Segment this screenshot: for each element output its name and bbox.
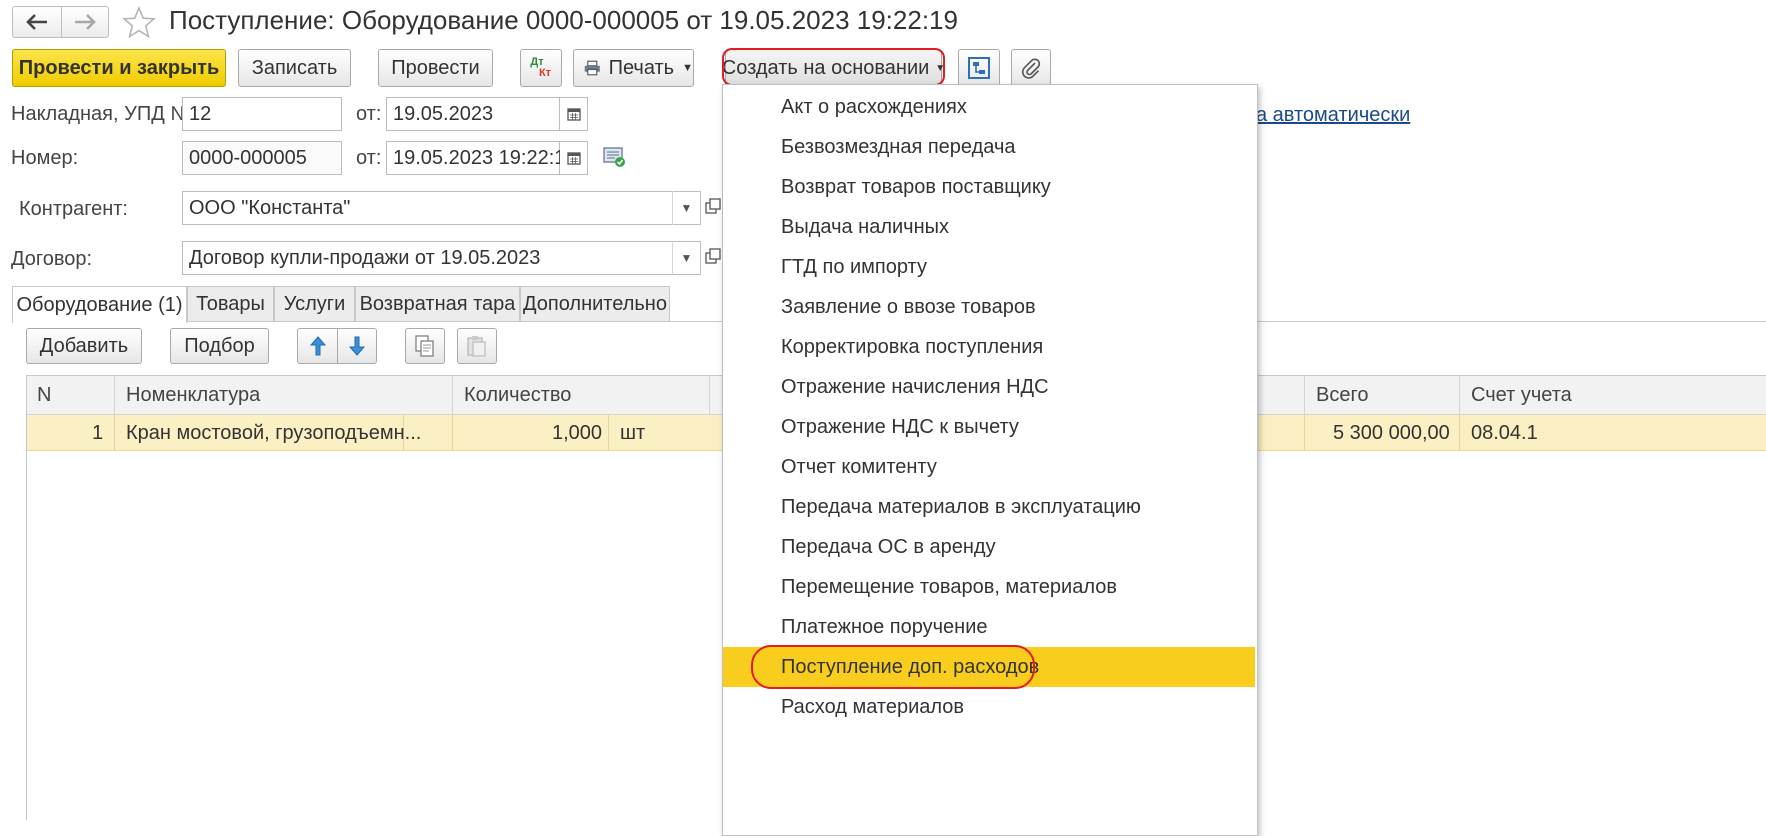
open-icon	[705, 198, 721, 214]
attach-button[interactable]	[1011, 49, 1051, 87]
number-from-label: от:	[356, 147, 382, 169]
menu-item[interactable]: Перемещение товаров, материалов	[723, 567, 1255, 607]
cell-total: 5 300 000,00	[1333, 421, 1450, 444]
menu-item[interactable]: Отчет комитенту	[723, 447, 1255, 487]
move-up-button[interactable]	[297, 328, 338, 364]
menu-item[interactable]: Отражение начисления НДС	[723, 367, 1255, 407]
add-button[interactable]: Добавить	[26, 328, 142, 364]
col-divider	[1459, 415, 1460, 451]
menu-item[interactable]: Отражение НДС к вычету	[723, 407, 1255, 447]
menu-item[interactable]: Расход материалов	[723, 687, 1255, 727]
paste-icon	[467, 336, 486, 357]
invoice-date-field[interactable]: 19.05.2023	[386, 97, 560, 131]
number-label: Номер:	[11, 147, 79, 169]
dtkt-button[interactable]: Дт Кт	[520, 49, 562, 87]
auto-link[interactable]: а автоматически	[1256, 104, 1410, 127]
arrow-up-icon	[309, 336, 326, 356]
arrow-left-icon	[26, 14, 47, 30]
create-based-on-menu: Акт о расхождениях Безвозмездная передача…	[722, 84, 1258, 836]
printer-icon	[584, 60, 600, 76]
tab-goods[interactable]: Товары	[187, 286, 274, 322]
page-title: Поступление: Оборудование 0000-000005 от…	[169, 5, 958, 35]
menu-item[interactable]: Поступление доп. расходов	[723, 647, 1255, 687]
paste-button[interactable]	[457, 328, 497, 364]
header-qty[interactable]: Количество	[464, 377, 571, 413]
pick-button[interactable]: Подбор	[170, 328, 269, 364]
open-counterparty-button[interactable]	[705, 198, 721, 214]
menu-item[interactable]: Заявление о ввозе товаров	[723, 287, 1255, 327]
open-icon	[705, 248, 721, 264]
menu-item[interactable]: Передача материалов в эксплуатацию	[723, 487, 1255, 527]
menu-item[interactable]: Возврат товаров поставщику	[723, 167, 1255, 207]
arrow-down-icon	[349, 336, 365, 356]
document-check-icon	[603, 147, 625, 167]
tab-equipment[interactable]: Оборудование (1)	[12, 286, 187, 323]
move-down-button[interactable]	[338, 328, 377, 364]
kt-label: Кт	[538, 67, 552, 79]
chevron-down-icon[interactable]: ▼	[672, 241, 700, 275]
calendar-button[interactable]	[560, 97, 588, 131]
tab-returnable-packaging[interactable]: Возвратная тара	[355, 286, 520, 322]
header-account[interactable]: Счет учета	[1471, 377, 1572, 413]
number-field[interactable]: 0000-000005	[182, 141, 342, 175]
print-button[interactable]: Печать ▼	[573, 49, 694, 87]
header-n[interactable]: N	[37, 377, 51, 413]
create-based-on-label: Создать на основании	[721, 56, 930, 79]
menu-item[interactable]: Акт о расхождениях	[723, 87, 1255, 127]
col-divider	[608, 415, 609, 451]
contract-value: Договор купли-продажи от 19.05.2023	[189, 246, 541, 269]
cell-item: Кран мостовой, грузоподъемн...	[126, 421, 422, 444]
cell-unit: шт	[620, 421, 646, 444]
counterparty-field[interactable]: ООО "Константа" ▼	[182, 191, 701, 225]
calendar-icon	[566, 152, 581, 165]
arrow-right-icon	[75, 14, 96, 30]
cell-qty: 1,000	[552, 421, 603, 444]
contract-label: Договор:	[11, 248, 93, 270]
header-item[interactable]: Номенклатура	[126, 377, 260, 413]
counterparty-value: ООО "Константа"	[189, 196, 351, 219]
calendar-icon	[566, 108, 581, 121]
col-divider	[452, 415, 453, 451]
document-check-button[interactable]	[603, 146, 627, 168]
paperclip-icon	[1022, 58, 1041, 79]
tab-services[interactable]: Услуги	[274, 286, 355, 322]
col-divider	[1304, 415, 1305, 451]
tab-additional[interactable]: Дополнительно	[520, 286, 670, 322]
cell-account: 08.04.1	[1471, 421, 1538, 444]
invoice-from-label: от:	[356, 103, 382, 125]
menu-item[interactable]: Платежное поручение	[723, 607, 1255, 647]
number-date-field[interactable]: 19.05.2023 19:22:19	[386, 141, 577, 175]
open-contract-button[interactable]	[705, 248, 721, 264]
structure-button[interactable]	[958, 49, 1000, 87]
create-based-on-button[interactable]: Создать на основании ▼	[721, 49, 946, 87]
counterparty-label: Контрагент:	[19, 198, 128, 220]
invoice-number-field[interactable]: 12	[182, 97, 342, 131]
menu-item[interactable]: Выдача наличных	[723, 207, 1255, 247]
nav-group	[12, 6, 109, 38]
menu-item[interactable]: Корректировка поступления	[723, 327, 1255, 367]
chevron-down-icon[interactable]: ▼	[672, 191, 700, 225]
copy-icon	[415, 335, 434, 357]
chevron-down-icon: ▼	[682, 62, 693, 74]
back-button[interactable]	[13, 7, 62, 37]
forward-button[interactable]	[61, 7, 109, 37]
copy-button[interactable]	[405, 328, 445, 364]
star-icon	[121, 5, 157, 39]
print-label: Печать	[608, 56, 675, 79]
invoice-label: Накладная, УПД №:	[11, 103, 198, 125]
cell-n: 1	[92, 421, 104, 444]
header-total[interactable]: Всего	[1316, 377, 1368, 413]
menu-item[interactable]: ГТД по импорту	[723, 247, 1255, 287]
post-and-close-button[interactable]: Провести и закрыть	[12, 49, 226, 87]
chevron-down-icon: ▼	[935, 62, 946, 74]
favorite-button[interactable]	[121, 5, 157, 40]
post-button[interactable]: Провести	[378, 49, 493, 87]
hierarchy-icon	[968, 57, 990, 79]
menu-item[interactable]: Безвозмездная передача	[723, 127, 1255, 167]
calendar-button[interactable]	[560, 141, 588, 175]
save-button[interactable]: Записать	[238, 49, 351, 87]
contract-field[interactable]: Договор купли-продажи от 19.05.2023 ▼	[182, 241, 701, 275]
menu-item[interactable]: Передача ОС в аренду	[723, 527, 1255, 567]
col-divider	[114, 415, 115, 451]
